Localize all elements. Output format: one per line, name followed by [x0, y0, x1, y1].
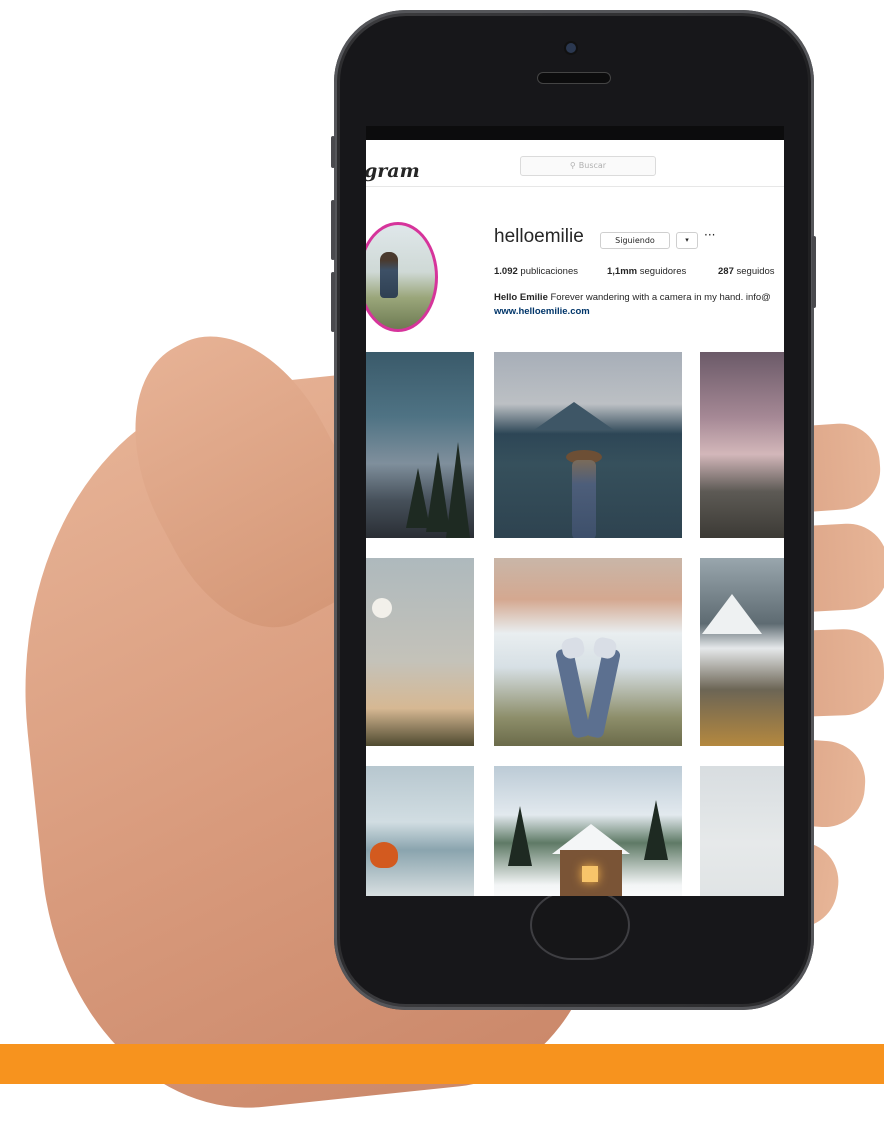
post-thumbnail[interactable] [366, 558, 474, 746]
front-camera-icon [566, 43, 576, 53]
photo-leg [584, 647, 622, 739]
post-thumbnail[interactable] [700, 352, 784, 538]
followers-stat[interactable]: 1,1mm seguidores [607, 266, 686, 277]
phone-screen: gram ⚲ Buscar helloemilie Siguiendo ▾ ···… [366, 126, 784, 896]
avatar-figure [380, 252, 398, 298]
followers-count: 1,1mm [607, 266, 638, 277]
post-thumbnail[interactable] [494, 766, 682, 896]
post-thumbnail[interactable] [700, 558, 784, 746]
power-button [812, 236, 816, 308]
mountain-shape [534, 402, 614, 430]
following-count: 287 [718, 266, 734, 277]
post-thumbnail[interactable] [494, 352, 682, 538]
photo-hat [370, 842, 398, 868]
bio-text: Forever wandering with a camera in my ha… [550, 292, 771, 303]
search-placeholder: Buscar [578, 161, 607, 170]
posts-count: 1.092 [494, 266, 518, 277]
follow-dropdown-button[interactable]: ▾ [676, 232, 698, 249]
following-button[interactable]: Siguiendo [600, 232, 670, 249]
more-options-button[interactable]: ··· [704, 228, 715, 242]
moon-shape [372, 598, 392, 618]
tree-silhouette [644, 800, 668, 860]
tree-silhouette [446, 442, 470, 538]
search-input[interactable]: ⚲ Buscar [520, 156, 656, 176]
header-divider [366, 186, 784, 187]
following-label: seguidos [736, 266, 775, 277]
home-button[interactable] [530, 890, 630, 960]
avatar[interactable] [366, 222, 438, 332]
post-thumbnail[interactable] [366, 766, 474, 896]
profile-website-link[interactable]: www.helloemilie.com [494, 306, 590, 317]
volume-down-button [331, 272, 335, 332]
posts-stat: 1.092 publicaciones [494, 266, 578, 277]
following-stat[interactable]: 287 seguidos [718, 266, 775, 277]
instagram-logo[interactable]: gram [366, 160, 420, 182]
photo-figure [572, 460, 596, 538]
tree-silhouette [508, 806, 532, 866]
post-thumbnail[interactable] [494, 558, 682, 746]
search-icon: ⚲ [569, 161, 576, 170]
photo-leg [554, 647, 592, 739]
posts-label: publicaciones [520, 266, 578, 277]
volume-up-button [331, 200, 335, 260]
cabin-window [582, 866, 598, 882]
bio-name: Hello Emilie [494, 292, 548, 303]
photo-shoe [560, 635, 586, 661]
profile-bio: Hello Emilie Forever wandering with a ca… [494, 292, 771, 303]
post-thumbnail[interactable] [700, 766, 784, 896]
profile-username: helloemilie [494, 226, 584, 247]
earpiece-speaker [538, 73, 610, 83]
accent-bar [0, 1044, 884, 1084]
mountain-shape [702, 594, 762, 634]
screen-top-bar [366, 126, 784, 140]
post-thumbnail[interactable] [366, 352, 474, 538]
followers-label: seguidores [639, 266, 687, 277]
mute-switch [331, 136, 335, 168]
